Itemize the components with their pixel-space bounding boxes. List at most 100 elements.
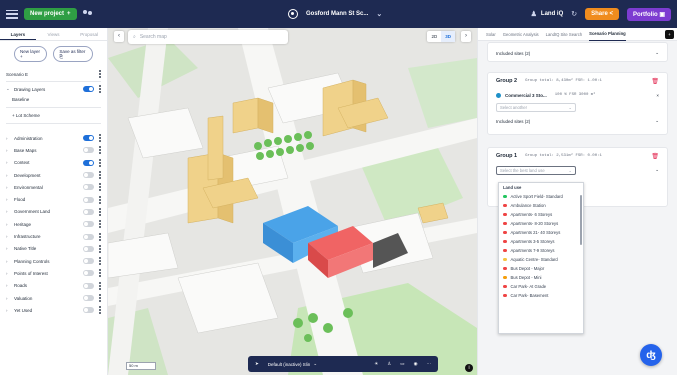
chevron-right-icon[interactable]: › xyxy=(6,185,14,190)
lot-scheme-item[interactable]: + Lot Scheme xyxy=(0,110,107,121)
layer-row[interactable]: › Infrastructure xyxy=(0,230,107,242)
layer-toggle[interactable] xyxy=(83,295,94,301)
layer-toggle[interactable] xyxy=(83,233,94,240)
chevron-right-icon[interactable]: › xyxy=(6,148,14,153)
collapse-button[interactable]: › xyxy=(461,31,471,42)
chevron-right-icon[interactable]: › xyxy=(6,160,14,165)
info-icon[interactable]: i xyxy=(465,364,473,372)
layer-row[interactable]: › Native Title xyxy=(0,243,107,255)
layer-toggle[interactable] xyxy=(83,245,94,252)
chevron-down-icon[interactable]: ⌄ xyxy=(6,86,14,92)
tab-layers[interactable]: Layers xyxy=(0,28,36,40)
dropdown-option[interactable]: Aquatic Centre- Standard xyxy=(499,255,583,264)
layer-toggle[interactable] xyxy=(83,270,94,277)
layer-toggle[interactable] xyxy=(83,221,94,228)
layer-toggle[interactable] xyxy=(83,196,94,203)
add-tab-icon[interactable]: + xyxy=(665,29,674,39)
back-button[interactable]: ‹ xyxy=(114,31,124,42)
layer-toggle[interactable] xyxy=(83,208,94,215)
chevron-down-icon[interactable]: ⌄ xyxy=(655,118,659,124)
more-options-icon[interactable] xyxy=(99,294,101,302)
save-as-filter-button[interactable]: Save as filter ⎘ xyxy=(53,46,93,62)
chevron-right-icon[interactable]: › xyxy=(6,283,14,288)
more-icon[interactable]: ⋯ xyxy=(427,361,432,367)
share-button[interactable]: Share < xyxy=(585,8,619,20)
more-options-icon[interactable] xyxy=(99,70,101,78)
trash-icon[interactable]: 🗑 xyxy=(651,78,659,85)
layer-row[interactable]: › Environmental xyxy=(0,181,107,193)
layer-toggle[interactable] xyxy=(83,258,94,265)
close-icon[interactable]: × xyxy=(656,93,659,98)
pointer-icon[interactable]: ➤ xyxy=(255,361,259,367)
layer-toggle[interactable] xyxy=(83,135,94,142)
dropdown-option[interactable]: Apartments 21- 40 Storeys xyxy=(499,228,583,237)
sun-icon[interactable]: ☀ xyxy=(374,361,378,367)
more-options-icon[interactable] xyxy=(99,85,101,93)
chevron-right-icon[interactable]: › xyxy=(6,136,14,141)
more-options-icon[interactable] xyxy=(99,257,101,266)
layer-row[interactable]: › Administration xyxy=(0,132,107,144)
more-options-icon[interactable] xyxy=(99,207,101,216)
layer-row[interactable]: › Flood xyxy=(0,193,107,205)
menu-icon[interactable] xyxy=(6,9,18,19)
more-options-icon[interactable] xyxy=(99,195,101,204)
more-options-icon[interactable] xyxy=(99,171,101,180)
layer-row[interactable]: › Planning Controls xyxy=(0,255,107,267)
car-icon[interactable]: ▭ xyxy=(400,361,404,367)
chevron-right-icon[interactable]: › xyxy=(6,296,14,301)
scenario-row[interactable]: Scenario E xyxy=(0,69,107,79)
layer-toggle[interactable] xyxy=(83,159,94,166)
group-2-land-use[interactable]: Commercial 3 Sto... xyxy=(505,93,547,98)
dropdown-option[interactable]: Bus Depot - Mini xyxy=(499,273,583,282)
layer-row[interactable]: › Heritage xyxy=(0,218,107,230)
layer-row[interactable]: › Base Maps xyxy=(0,144,107,156)
more-options-icon[interactable] xyxy=(99,183,101,192)
more-options-icon[interactable] xyxy=(99,269,101,278)
more-options-icon[interactable] xyxy=(99,232,101,241)
land-use-dropdown[interactable]: Land use Active Sport Field- Standard Amb… xyxy=(498,182,584,334)
tab-proposal[interactable]: Proposal xyxy=(71,28,107,40)
layer-toggle[interactable] xyxy=(83,184,94,191)
layer-toggle[interactable] xyxy=(83,282,94,289)
drawing-layers-row[interactable]: ⌄ Drawing Layers xyxy=(0,84,107,94)
more-options-icon[interactable] xyxy=(99,306,101,315)
tab-geometric-analysis[interactable]: Geometric Analysis xyxy=(503,32,539,37)
new-project-button[interactable]: New project + xyxy=(24,8,77,20)
team-icon[interactable] xyxy=(82,9,93,19)
dropdown-option[interactable]: Apartments 7-9 Storeys xyxy=(499,246,583,255)
tab-solar[interactable]: Solar xyxy=(486,32,496,37)
layer-toggle[interactable] xyxy=(83,307,94,314)
more-options-icon[interactable] xyxy=(99,244,101,253)
layer-toggle[interactable] xyxy=(83,172,94,179)
baseline-item[interactable]: Baseline xyxy=(0,94,107,105)
chevron-right-icon[interactable]: › xyxy=(6,259,14,264)
view-mode-toggle[interactable]: 2D 3D xyxy=(427,31,455,42)
dropdown-option[interactable]: Apartments 3-5 Storeys xyxy=(499,237,583,246)
tab-views[interactable]: Views xyxy=(36,28,72,40)
location-pin-icon[interactable]: ◉ xyxy=(414,361,418,367)
chevron-right-icon[interactable]: › xyxy=(6,222,14,227)
chat-help-button[interactable]: ʤ xyxy=(640,344,662,366)
more-options-icon[interactable] xyxy=(99,281,101,290)
view-2d-button[interactable]: 2D xyxy=(427,31,441,42)
layer-row[interactable]: › Government Land xyxy=(0,206,107,218)
chevron-down-icon[interactable]: ⌄ xyxy=(655,167,659,173)
layer-row[interactable]: › Context xyxy=(0,157,107,169)
chevron-right-icon[interactable]: › xyxy=(6,308,14,313)
more-options-icon[interactable] xyxy=(99,146,101,155)
drawing-layers-toggle[interactable] xyxy=(83,86,94,92)
more-options-icon[interactable] xyxy=(99,158,101,167)
project-name[interactable]: Gosford Mann St Sc... xyxy=(306,11,368,17)
layer-row[interactable]: › Yet Used xyxy=(0,304,107,316)
dropdown-option[interactable]: Car Park- At Grade xyxy=(499,282,583,291)
layer-row[interactable]: › Points of Interest xyxy=(0,267,107,279)
locate-icon[interactable] xyxy=(288,9,298,19)
dropdown-scrollbar[interactable] xyxy=(580,195,582,245)
refresh-icon[interactable]: ↻ xyxy=(571,10,577,18)
dropdown-option[interactable]: Car Park- Basement xyxy=(499,291,583,300)
more-options-icon[interactable] xyxy=(99,134,101,143)
tab-site-search[interactable]: LandIQ Site Search xyxy=(546,32,583,37)
dropdown-option[interactable]: Bus Depot - Major xyxy=(499,264,583,273)
layer-row[interactable]: › Development xyxy=(0,169,107,181)
select-another-dropdown[interactable]: Select another ⌄ xyxy=(496,102,576,112)
